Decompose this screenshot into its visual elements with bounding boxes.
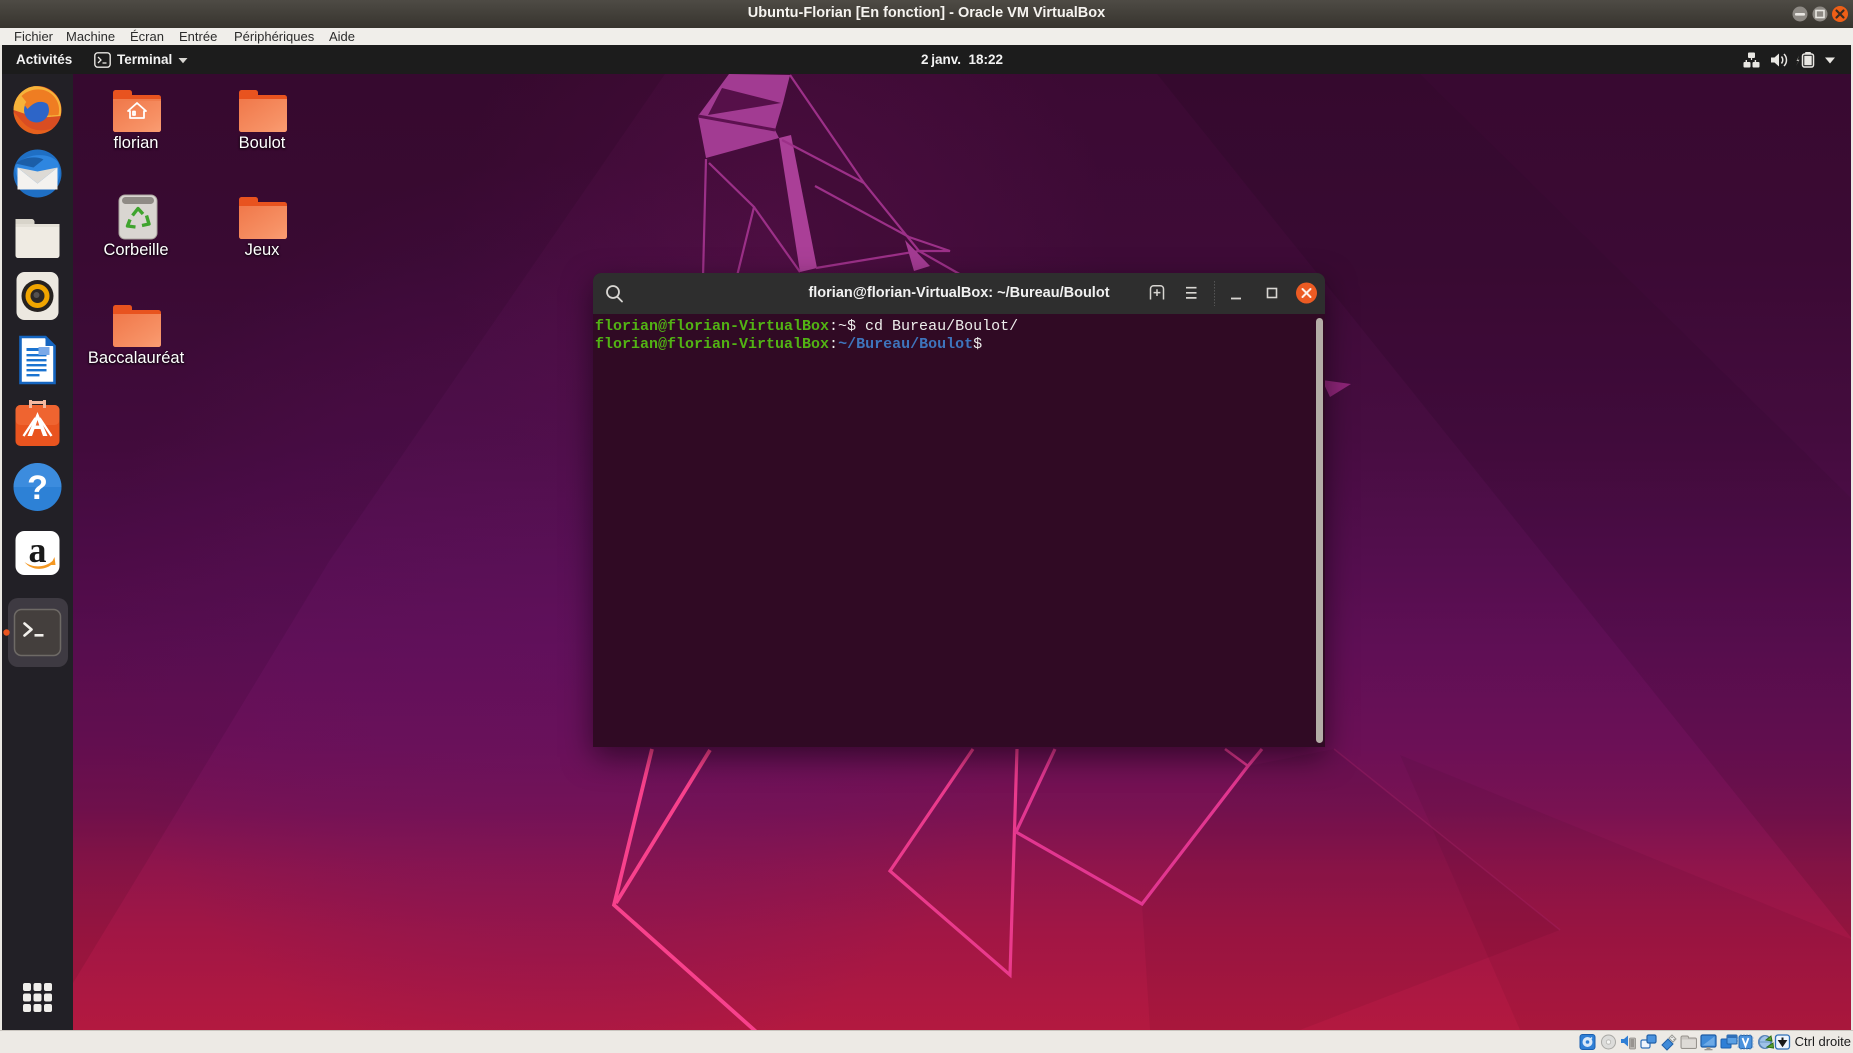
svg-text:?: ? bbox=[27, 469, 48, 507]
svg-text:a: a bbox=[29, 530, 47, 570]
